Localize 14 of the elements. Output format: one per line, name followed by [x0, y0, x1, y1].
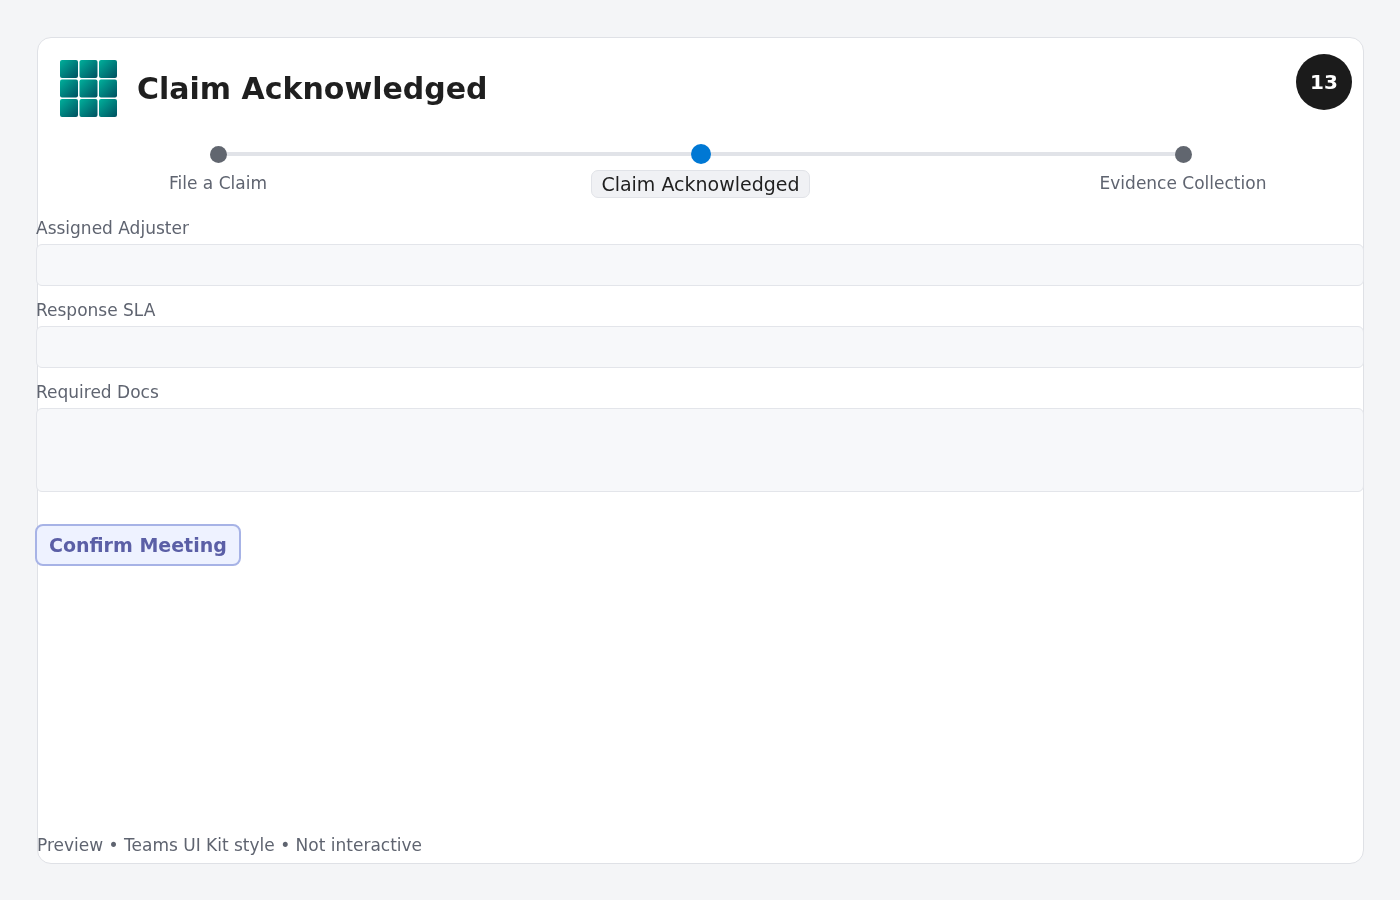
page-title: Claim Acknowledged [137, 70, 489, 106]
app-grid-icon [60, 59, 117, 117]
field-label: Assigned Adjuster [36, 218, 190, 238]
input-field[interactable] [36, 326, 1364, 368]
confirm-button[interactable]: Confirm Meeting [35, 524, 241, 566]
input-field[interactable] [36, 244, 1364, 286]
footer-note: Preview • Teams UI Kit style • Not interactive [37, 835, 424, 855]
field-label: Required Docs [36, 382, 160, 402]
text-area[interactable] [36, 408, 1364, 492]
step-label[interactable]: File a Claim [168, 170, 268, 196]
step-label[interactable]: Claim Acknowledged [591, 170, 810, 198]
field-label: Response SLA [36, 300, 157, 320]
count-badge: 13 [1296, 54, 1352, 110]
step-label[interactable]: Evidence Collection [1098, 170, 1268, 196]
